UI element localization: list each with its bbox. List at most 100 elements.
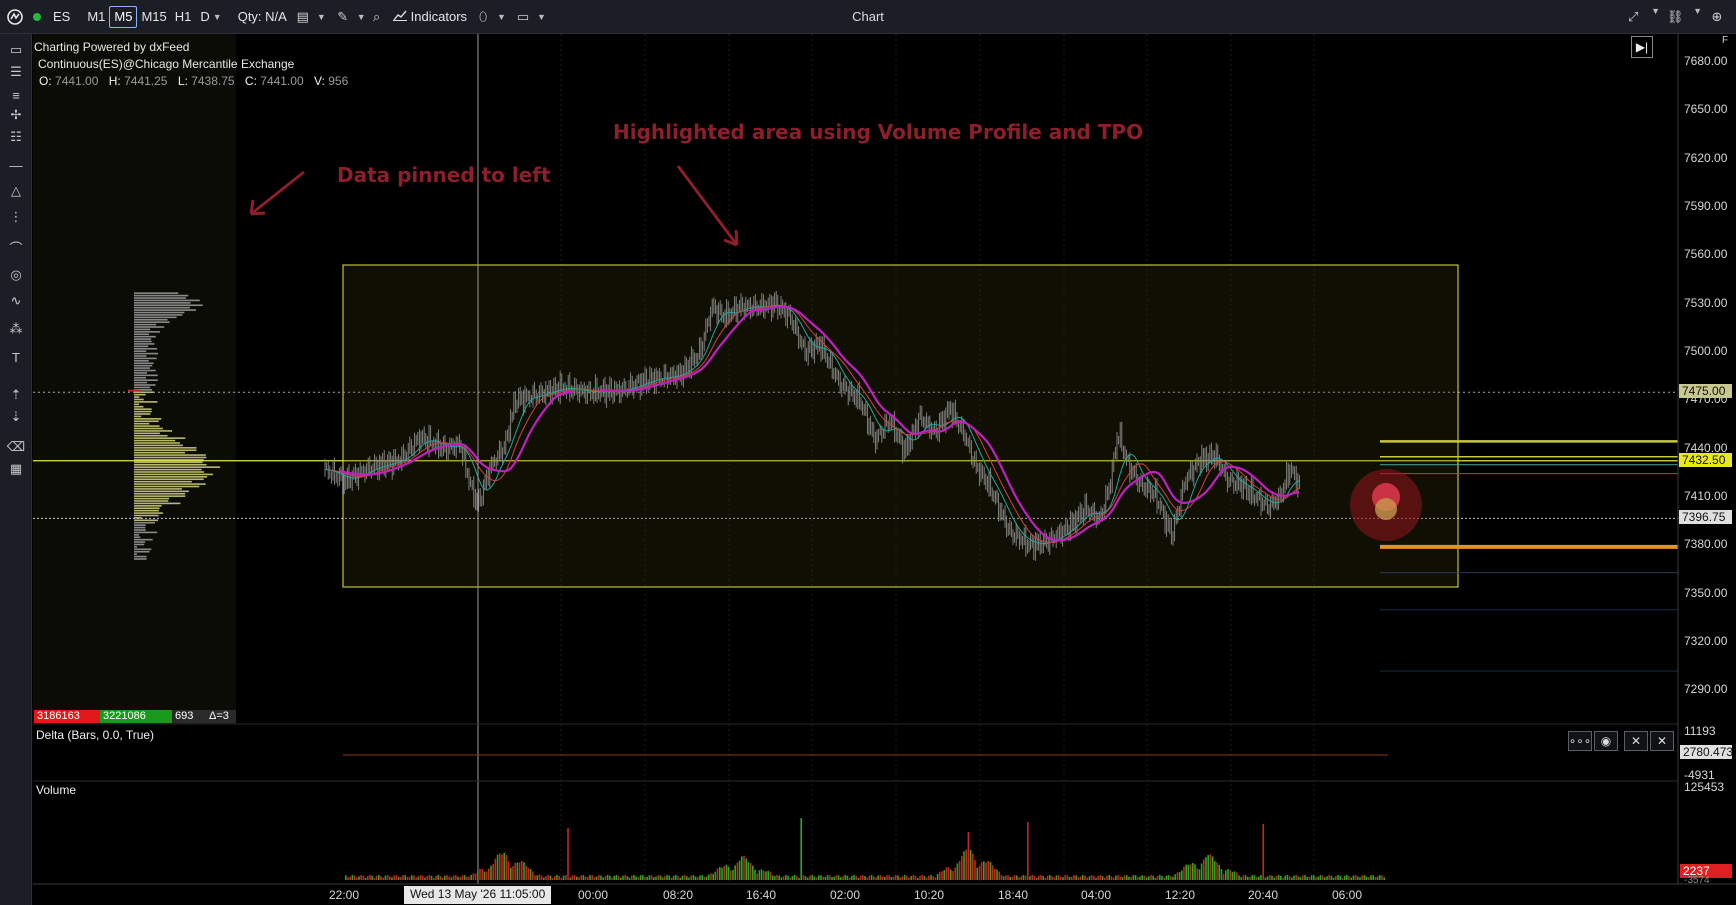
- chevron-down-icon[interactable]: ▼: [537, 12, 546, 22]
- volume-bar: [831, 877, 833, 880]
- volume-bar: [1066, 875, 1069, 880]
- volume-bar: [1330, 875, 1333, 880]
- objects-list-icon[interactable]: ▦: [5, 458, 27, 480]
- volume-bar: [1049, 875, 1051, 880]
- symbol-selector[interactable]: ES: [48, 6, 75, 28]
- chevron-down-icon[interactable]: ▼: [1651, 6, 1660, 28]
- volume-bar: [1306, 876, 1308, 880]
- volume-bar: [375, 875, 378, 880]
- volume-bar: [521, 861, 523, 880]
- volume-bar: [837, 875, 840, 880]
- fib-tool-icon[interactable]: ⋮: [5, 206, 27, 228]
- drawing-tool-icon[interactable]: ✎: [332, 6, 354, 28]
- chevron-down-icon[interactable]: ▼: [357, 12, 366, 22]
- chevron-down-icon[interactable]: ▼: [497, 12, 506, 22]
- volume-bar: [1154, 877, 1157, 880]
- volume-bar: [943, 870, 945, 880]
- zoom-icon[interactable]: ⌕: [366, 6, 388, 28]
- volume-bar: [818, 875, 820, 880]
- eye-icon[interactable]: ◉: [1594, 731, 1618, 751]
- volume-bar: [1117, 875, 1119, 880]
- wave-tool-icon[interactable]: ∿: [5, 290, 27, 312]
- triangle-tool-icon[interactable]: △: [5, 180, 27, 202]
- crosshair-tool-icon[interactable]: ✢: [5, 104, 27, 126]
- volume-bar: [1143, 875, 1146, 880]
- app-logo-icon[interactable]: [4, 6, 26, 28]
- volume-bar: [690, 875, 692, 880]
- timeframe-m5[interactable]: M5: [109, 5, 138, 28]
- timeframe-m15[interactable]: M15: [137, 6, 170, 28]
- sort-down-icon[interactable]: ⇣: [5, 406, 27, 428]
- profile-bar: [134, 306, 190, 309]
- volume-bar: [477, 871, 479, 880]
- volume-bar: [1137, 877, 1139, 880]
- sort-up-icon[interactable]: ⇡: [5, 384, 27, 406]
- profile-bar: [134, 302, 191, 304]
- more-icon[interactable]: ∘∘∘: [1568, 731, 1592, 751]
- line-tool-icon[interactable]: ―: [5, 154, 27, 176]
- volume-bar: [1332, 877, 1335, 880]
- ellipse-tool-icon[interactable]: ◎: [5, 264, 27, 286]
- expand-icon[interactable]: ⤢: [1622, 6, 1644, 28]
- layout-icon[interactable]: ▭: [512, 6, 534, 28]
- chart-type-icon[interactable]: ▤: [292, 6, 314, 28]
- eraser-icon[interactable]: ⌫: [5, 436, 27, 458]
- volume-bar: [793, 875, 796, 880]
- profile-bar: [134, 396, 140, 398]
- profile-bar: [134, 434, 168, 437]
- scroll-to-end-icon[interactable]: ▶|: [1631, 36, 1653, 58]
- align-tool-icon[interactable]: ☷: [5, 126, 27, 148]
- volume-bar: [842, 876, 844, 880]
- volume-bar: [886, 875, 888, 880]
- bar-tool-icon[interactable]: ≡: [5, 84, 27, 106]
- low-value: 7438.75: [191, 74, 235, 88]
- volume-bar: [1009, 876, 1011, 880]
- quantity-selector[interactable]: Qty: N/A: [233, 6, 292, 28]
- profile-bar: [134, 311, 185, 314]
- profile-bar: [134, 379, 158, 381]
- template-icon[interactable]: ⬯: [472, 6, 494, 28]
- volume-bar: [463, 875, 466, 880]
- pin-icon[interactable]: ⊕: [1706, 6, 1728, 28]
- profile-bar: [134, 386, 151, 389]
- volume-bar: [1348, 876, 1350, 880]
- volume-bar: [582, 875, 585, 880]
- volume-bar: [1134, 875, 1137, 880]
- profile-bar: [134, 405, 144, 408]
- collapse-icon[interactable]: ✕: [1624, 731, 1648, 751]
- chevron-down-icon[interactable]: ▼: [317, 12, 326, 22]
- pattern-tool-icon[interactable]: ⁂: [5, 318, 27, 340]
- timeframe-m1[interactable]: M1: [83, 6, 109, 28]
- volume-bar: [952, 871, 954, 880]
- volume-bar: [723, 866, 725, 880]
- volume-bar: [1020, 876, 1022, 880]
- timeframe-dropdown[interactable]: D ▼: [195, 6, 226, 28]
- text-tool-icon[interactable]: T: [5, 346, 27, 368]
- axis-settings-icon[interactable]: F: [1722, 35, 1728, 46]
- indicators-button[interactable]: Indicators: [388, 6, 472, 28]
- volume-bar: [798, 877, 800, 880]
- chevron-down-icon[interactable]: ▼: [1693, 6, 1702, 28]
- profile-bar: [134, 463, 207, 466]
- volume-bar: [1189, 864, 1192, 880]
- profile-bar: [134, 476, 208, 478]
- text-list-icon[interactable]: ☰: [5, 61, 27, 83]
- profile-bar: [134, 451, 186, 454]
- profile-bar: [134, 536, 141, 539]
- profile-bar: [134, 401, 158, 403]
- volume-bar: [1174, 874, 1176, 880]
- timeframe-h1[interactable]: H1: [171, 6, 196, 28]
- profile-bar: [134, 410, 152, 413]
- close-icon[interactable]: ✕: [1650, 731, 1674, 751]
- volume-bar: [411, 875, 413, 880]
- link-icon[interactable]: ⛓: [1664, 6, 1686, 28]
- volume-bar: [791, 876, 794, 880]
- curve-tool-icon[interactable]: ⌒: [5, 236, 27, 258]
- volume-bar: [961, 856, 963, 880]
- chart-canvas[interactable]: [33, 34, 1736, 905]
- volume-bar: [732, 870, 734, 880]
- volume-bar: [503, 852, 505, 880]
- volume-bar: [501, 854, 503, 880]
- rectangle-tool-icon[interactable]: ▭: [5, 39, 27, 61]
- volume-bar: [1324, 877, 1326, 880]
